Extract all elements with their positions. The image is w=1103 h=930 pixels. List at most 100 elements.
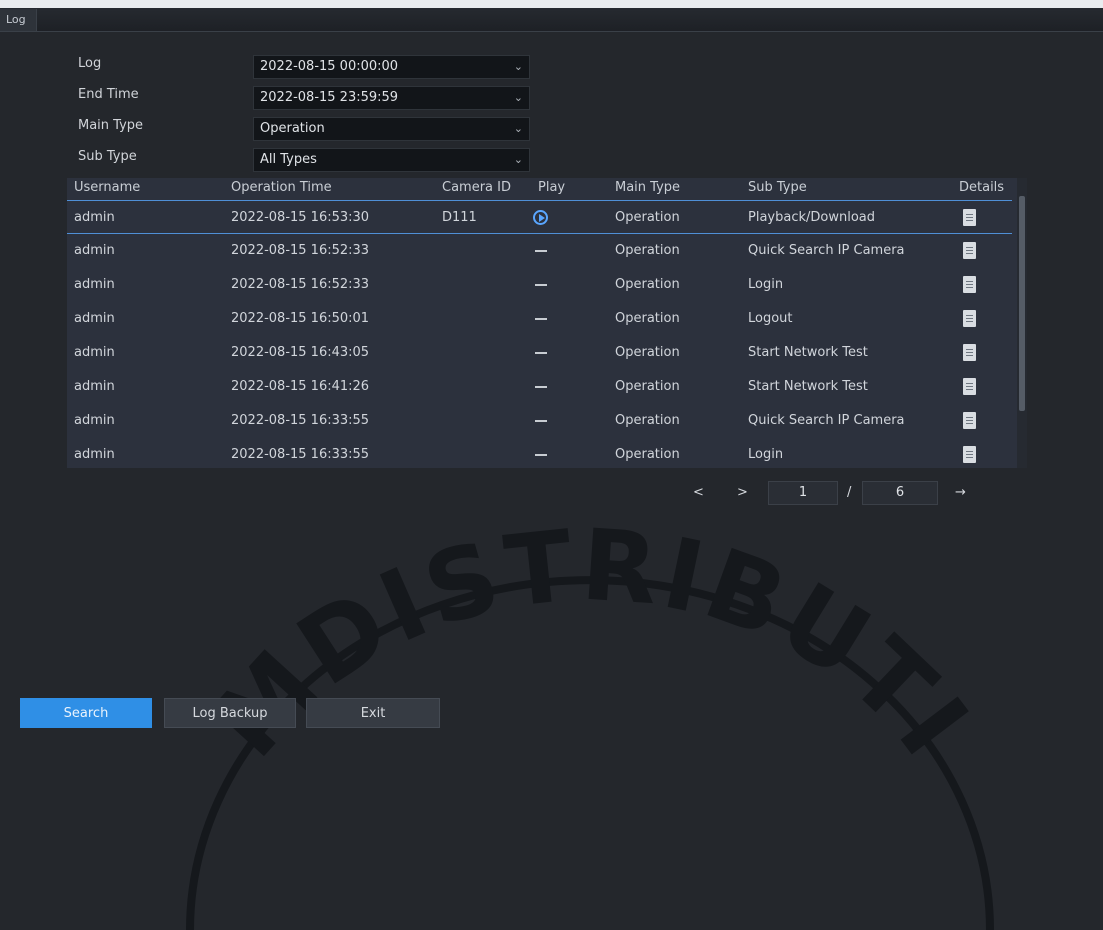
cell-operation-time: 2022-08-15 16:53:30 [231,210,370,225]
table-row[interactable]: admin 2022-08-15 16:41:26 Operation Star… [67,370,1012,404]
table-row[interactable]: admin 2022-08-15 16:52:33 Operation Quic… [67,234,1012,268]
cell-camera-id: D111 [442,210,477,225]
column-header-main-type[interactable]: Main Type [615,180,680,195]
sub-type-value: All Types [260,152,317,167]
column-header-camera-id[interactable]: Camera ID [442,180,511,195]
total-pages: 6 [862,481,938,505]
cell-sub-type: Logout [748,311,793,326]
cell-username: admin [74,243,115,258]
end-time-value: 2022-08-15 23:59:59 [260,90,399,105]
table-row[interactable]: admin 2022-08-15 16:50:01 Operation Logo… [67,302,1012,336]
cell-sub-type: Quick Search IP Camera [748,243,905,258]
page-number-input[interactable]: 1 [768,481,838,505]
end-time-select[interactable]: 2022-08-15 23:59:59 ⌄ [253,86,530,110]
details-icon[interactable] [963,378,976,395]
column-header-username[interactable]: Username [74,180,140,195]
chevron-down-icon: ⌄ [513,153,523,166]
no-playback-dash-icon [535,250,547,252]
svg-text:MDISTRIBUTI: MDISTRIBUTI [191,509,991,780]
main-type-value: Operation [260,121,325,136]
cell-username: admin [74,277,115,292]
table-row[interactable]: admin 2022-08-15 16:53:30 D111 Operation… [67,200,1012,234]
go-to-page-button[interactable]: → [955,485,966,500]
page-separator: / [847,485,852,500]
cell-username: admin [74,447,115,462]
filter-label-sub-type: Sub Type [78,149,137,164]
no-playback-dash-icon [535,454,547,456]
column-header-play[interactable]: Play [538,180,565,195]
no-playback-dash-icon [535,352,547,354]
filter-row-end-time: End Time 2022-08-15 23:59:59 ⌄ [78,83,538,110]
previous-page-button[interactable]: < [693,485,704,500]
cell-sub-type: Playback/Download [748,210,876,225]
cell-username: admin [74,311,115,326]
no-playback-dash-icon [535,318,547,320]
table-row[interactable]: admin 2022-08-15 16:33:55 Operation Quic… [67,404,1012,438]
cell-username: admin [74,345,115,360]
cell-main-type: Operation [615,379,680,394]
cell-username: admin [74,413,115,428]
filter-label-log: Log [78,56,102,71]
table-row[interactable]: admin 2022-08-15 16:33:55 Operation Logi… [67,438,1012,472]
tab-log[interactable]: Log [0,9,37,31]
start-time-value: 2022-08-15 00:00:00 [260,59,399,74]
watermark-logo: MDISTRIBUTI [186,509,994,930]
details-icon[interactable] [963,344,976,361]
cell-username: admin [74,379,115,394]
table-row[interactable]: admin 2022-08-15 16:43:05 Operation Star… [67,336,1012,370]
cell-sub-type: Login [748,447,784,462]
cell-main-type: Operation [615,243,680,258]
cell-sub-type: Start Network Test [748,345,868,360]
cell-operation-time: 2022-08-15 16:41:26 [231,379,370,394]
sub-type-select[interactable]: All Types ⌄ [253,148,530,172]
start-time-select[interactable]: 2022-08-15 00:00:00 ⌄ [253,55,530,79]
main-type-select[interactable]: Operation ⌄ [253,117,530,141]
table-scrollbar-thumb[interactable] [1019,196,1025,411]
cell-operation-time: 2022-08-15 16:50:01 [231,311,370,326]
cell-sub-type: Login [748,277,784,292]
cell-operation-time: 2022-08-15 16:52:33 [231,243,370,258]
table-header: Username Operation Time Camera ID Play M… [67,178,1012,200]
cell-main-type: Operation [615,345,680,360]
details-icon[interactable] [963,412,976,429]
chevron-down-icon: ⌄ [513,122,523,135]
chevron-down-icon: ⌄ [513,60,523,73]
cell-main-type: Operation [615,311,680,326]
column-header-sub-type[interactable]: Sub Type [748,180,807,195]
cell-operation-time: 2022-08-15 16:43:05 [231,345,370,360]
details-icon[interactable] [963,446,976,463]
title-bar [0,0,1103,32]
cell-main-type: Operation [615,413,680,428]
no-playback-dash-icon [535,386,547,388]
details-icon[interactable] [963,242,976,259]
no-playback-dash-icon [535,284,547,286]
filter-label-main-type: Main Type [78,118,144,133]
cell-main-type: Operation [615,210,680,225]
column-header-operation-time[interactable]: Operation Time [231,180,332,195]
cell-main-type: Operation [615,447,680,462]
cell-sub-type: Quick Search IP Camera [748,413,905,428]
play-icon[interactable] [533,210,548,225]
cell-sub-type: Start Network Test [748,379,868,394]
no-playback-dash-icon [535,420,547,422]
column-header-details[interactable]: Details [959,180,1004,195]
log-table: Username Operation Time Camera ID Play M… [67,178,1027,468]
cell-operation-time: 2022-08-15 16:33:55 [231,413,370,428]
details-icon[interactable] [963,209,976,226]
cell-operation-time: 2022-08-15 16:52:33 [231,277,370,292]
details-icon[interactable] [963,276,976,293]
filter-row-main-type: Main Type Operation ⌄ [78,114,538,141]
filter-row-sub-type: Sub Type All Types ⌄ [78,145,538,172]
exit-button[interactable]: Exit [306,698,440,728]
chevron-down-icon: ⌄ [513,91,523,104]
cell-operation-time: 2022-08-15 16:33:55 [231,447,370,462]
table-row[interactable]: admin 2022-08-15 16:52:33 Operation Logi… [67,268,1012,302]
log-backup-button[interactable]: Log Backup [164,698,296,728]
title-divider [0,31,1103,32]
cell-main-type: Operation [615,277,680,292]
filter-row-log: Log 2022-08-15 00:00:00 ⌄ [78,52,538,79]
next-page-button[interactable]: > [737,485,748,500]
filter-label-end-time: End Time [78,87,139,102]
search-button[interactable]: Search [20,698,152,728]
details-icon[interactable] [963,310,976,327]
